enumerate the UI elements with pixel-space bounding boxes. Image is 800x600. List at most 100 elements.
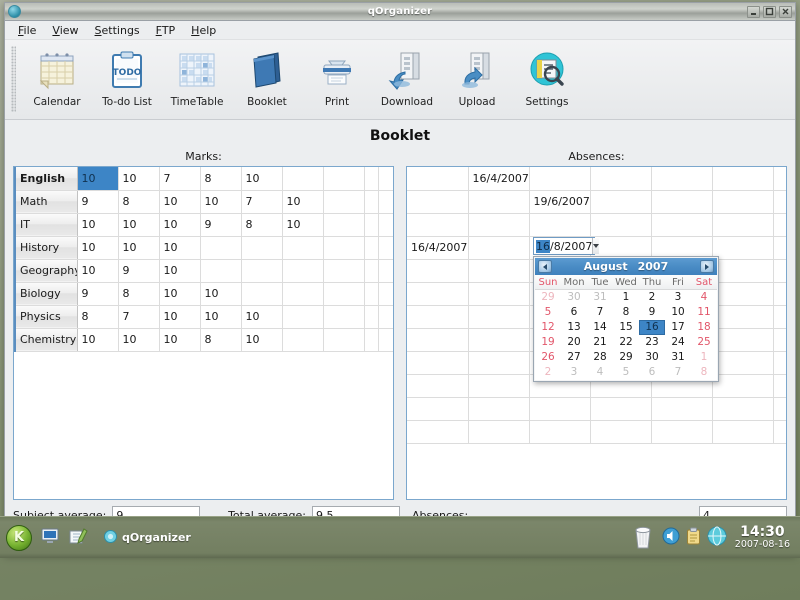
calendar-day[interactable]: 4 [691,289,717,305]
absences-cell[interactable] [407,420,469,444]
absences-cell[interactable] [590,190,652,214]
calendar-day[interactable]: 22 [613,334,639,350]
marks-row-header[interactable]: Biology [14,282,78,306]
table-row[interactable]: 16/4/2007 [407,167,786,191]
volume-icon[interactable] [662,527,680,548]
marks-cell[interactable]: 10 [159,305,201,329]
calendar-day[interactable]: 29 [613,349,639,365]
marks-cell[interactable] [323,213,365,237]
table-row[interactable]: Physics 8 7 10 10 10 [14,305,393,329]
marks-cell[interactable] [323,167,365,191]
absences-cell[interactable] [590,213,652,237]
marks-cell[interactable]: 10 [77,167,119,191]
absences-cell[interactable] [468,305,530,329]
task-button-qorganizer[interactable]: qOrganizer [100,527,199,549]
absences-cell[interactable] [468,374,530,398]
k-menu-button[interactable]: K [6,524,32,551]
calendar-day[interactable]: 20 [561,334,587,350]
absences-cell[interactable] [468,397,530,421]
calendar-day[interactable]: 3 [561,364,587,380]
calendar-day[interactable]: 14 [587,319,613,335]
marks-cell[interactable] [241,259,283,283]
calendar-day[interactable]: 7 [665,364,691,380]
show-desktop-icon[interactable] [40,526,60,549]
marks-cell[interactable]: 8 [200,167,242,191]
absences-cell[interactable] [468,190,530,214]
marks-cell[interactable] [241,282,283,306]
calendar-day[interactable]: 6 [561,304,587,320]
marks-row-header[interactable]: IT [14,213,78,237]
trash-icon[interactable] [630,522,656,553]
calendar-day[interactable]: 10 [665,304,691,320]
absences-cell[interactable] [712,190,774,214]
klipper-icon[interactable] [686,527,701,548]
marks-row-header[interactable]: English [14,167,78,191]
clock[interactable]: 14:30 2007-08-16 [735,525,794,551]
calendar-day[interactable]: 8 [691,364,717,380]
marks-cell[interactable] [200,259,242,283]
marks-cell[interactable]: 10 [118,213,160,237]
absences-cell[interactable] [651,397,713,421]
marks-cell[interactable]: 10 [282,190,324,214]
calendar-day[interactable]: 17 [665,319,691,335]
marks-table[interactable]: English 10 10 7 8 10 Math 9 8 10 10 7 10 IT 10 10 10 9 8 10… [14,167,393,489]
calendar-day[interactable]: 31 [665,349,691,365]
absences-cell[interactable] [468,259,530,283]
marks-cell[interactable] [282,236,324,260]
marks-cell[interactable]: 8 [77,305,119,329]
text-editor-icon[interactable] [68,526,88,549]
calendar-day[interactable]: 11 [691,304,717,320]
absences-cell[interactable] [468,236,530,260]
absences-cell[interactable] [712,282,774,306]
calendar-day[interactable]: 28 [587,349,613,365]
marks-cell[interactable]: 7 [241,190,283,214]
marks-cell[interactable]: 10 [77,328,119,352]
absences-cell[interactable] [590,167,652,191]
marks-cell[interactable] [364,190,379,214]
absences-cell[interactable] [407,328,469,352]
absences-cell[interactable] [407,374,469,398]
marks-cell[interactable]: 10 [159,259,201,283]
prev-month-icon[interactable] [538,260,552,273]
table-row[interactable]: Geography 10 9 10 [14,259,393,283]
absences-cell[interactable] [590,420,652,444]
marks-cell[interactable] [282,282,324,306]
absences-cell[interactable] [468,420,530,444]
absences-cell[interactable] [590,397,652,421]
close-button[interactable] [779,5,792,18]
marks-row-header[interactable]: Math [14,190,78,214]
toolbar-button-download[interactable]: Download [372,44,442,108]
marks-cell[interactable]: 9 [77,190,119,214]
marks-cell[interactable]: 9 [200,213,242,237]
menu-view[interactable]: View [45,22,85,39]
absences-cell[interactable] [651,420,713,444]
network-icon[interactable] [707,526,727,549]
calendar-day[interactable]: 5 [535,304,561,320]
absences-cell[interactable] [407,213,469,237]
calendar-day[interactable]: 5 [613,364,639,380]
marks-cell[interactable] [200,236,242,260]
marks-cell[interactable]: 10 [77,259,119,283]
absences-cell[interactable] [529,420,591,444]
marks-cell[interactable] [364,167,379,191]
absences-cell[interactable] [712,213,774,237]
marks-cell[interactable]: 8 [241,213,283,237]
toolbar-grip[interactable] [11,46,16,112]
calendar-day[interactable]: 15 [613,319,639,335]
marks-cell[interactable] [364,328,379,352]
absences-cell[interactable] [712,259,774,283]
marks-cell[interactable] [323,282,365,306]
calendar-day[interactable]: 9 [639,304,665,320]
absences-cell[interactable] [651,213,713,237]
marks-cell[interactable] [323,305,365,329]
marks-cell[interactable]: 9 [77,282,119,306]
table-row[interactable]: Chemistry 10 10 10 8 10 [14,328,393,352]
calendar-day-selected[interactable]: 16 [639,319,665,335]
absences-cell[interactable] [407,167,469,191]
marks-cell[interactable] [282,305,324,329]
calendar-day[interactable]: 2 [535,364,561,380]
marks-cell[interactable] [282,328,324,352]
calendar-day[interactable]: 1 [691,349,717,365]
title-bar[interactable]: qOrganizer [5,3,795,21]
calendar-popup[interactable]: August 2007 Sun Mon Tue Wed Thu Fri Sat 29 30 31 1… [533,256,719,382]
